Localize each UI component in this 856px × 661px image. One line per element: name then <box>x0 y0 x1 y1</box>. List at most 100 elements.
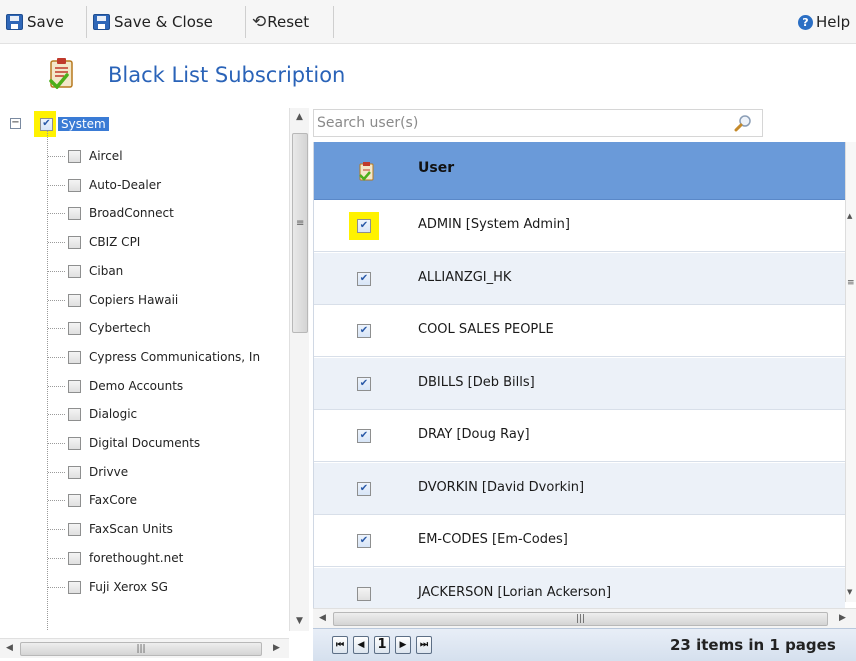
next-page-button[interactable]: ▶ <box>395 636 411 654</box>
row-checkbox[interactable]: ✔ <box>357 219 371 233</box>
tree-guide-line <box>48 529 65 530</box>
user-name-cell: ADMIN [System Admin] <box>418 217 570 232</box>
scrollbar-thumb[interactable]: ||| <box>333 612 828 626</box>
toolbar-separator <box>333 6 334 38</box>
tree-checkbox[interactable] <box>68 149 81 163</box>
table-row[interactable]: ✔ DVORKIN [David Dvorkin] <box>314 463 845 515</box>
search-icon[interactable] <box>734 114 752 132</box>
tree-checkbox[interactable] <box>68 206 81 220</box>
page-number-button[interactable]: 1 <box>374 636 390 654</box>
scroll-up-arrow-icon[interactable]: ▲ <box>847 212 852 220</box>
table-row[interactable]: JACKERSON [Lorian Ackerson] <box>314 568 845 610</box>
tree-guide-line <box>48 185 65 186</box>
tree-checkbox[interactable] <box>68 407 81 421</box>
row-checkbox[interactable]: ✔ <box>357 534 371 548</box>
tree-node[interactable]: forethought.net <box>68 548 183 568</box>
tree-node[interactable]: FaxScan Units <box>68 519 173 539</box>
tree-vertical-scrollbar[interactable]: ▲ ≡ ▼ <box>289 108 309 631</box>
tree-checkbox[interactable] <box>68 235 81 249</box>
save-close-button[interactable]: Save & Close <box>93 9 213 35</box>
tree-node[interactable]: Aircel <box>68 146 123 166</box>
search-box <box>313 109 763 137</box>
table-row[interactable]: ✔ DRAY [Doug Ray] <box>314 410 845 462</box>
pager: ⏮ ◀ 1 ▶ ⏭ 23 items in 1 pages <box>313 628 856 661</box>
scroll-right-arrow-icon[interactable]: ▶ <box>273 643 280 653</box>
scroll-left-arrow-icon[interactable]: ◀ <box>6 643 13 653</box>
tree-checkbox[interactable] <box>68 178 81 192</box>
reset-label: Reset <box>267 13 310 31</box>
table-row[interactable]: ✔ DBILLS [Deb Bills] <box>314 358 845 410</box>
user-name-cell: DBILLS [Deb Bills] <box>418 375 535 390</box>
row-checkbox[interactable]: ✔ <box>357 429 371 443</box>
tree-node[interactable]: Copiers Hawaii <box>68 290 178 310</box>
tree-checkbox[interactable] <box>68 493 81 507</box>
tree-node[interactable]: Cybertech <box>68 318 151 338</box>
tree-node[interactable]: BroadConnect <box>68 203 174 223</box>
refresh-icon: ⟲ <box>252 12 267 32</box>
toolbar-separator <box>86 6 87 38</box>
grid-vertical-scrollbar[interactable]: ▲ ≡ ▼ <box>845 142 856 602</box>
table-row[interactable]: ✔ COOL SALES PEOPLE <box>314 305 845 357</box>
scroll-down-arrow-icon[interactable]: ▼ <box>296 616 303 626</box>
tree-guide-line <box>48 443 65 444</box>
scroll-up-arrow-icon[interactable]: ▲ <box>296 112 303 122</box>
tree-node-label: Fuji Xerox SG <box>89 580 168 594</box>
tree-node-label: Cypress Communications, In <box>89 350 261 364</box>
last-page-button[interactable]: ⏭ <box>416 636 432 654</box>
tree-guide-line <box>48 587 65 588</box>
row-checkbox[interactable]: ✔ <box>357 272 371 286</box>
row-checkbox[interactable] <box>357 587 371 601</box>
tree-node[interactable]: Digital Documents <box>68 433 200 453</box>
table-row[interactable]: ✔ EM-CODES [Em-Codes] <box>314 515 845 567</box>
tree-node-label: Digital Documents <box>89 436 201 450</box>
scrollbar-thumb[interactable] <box>292 133 308 333</box>
tree-checkbox-system[interactable]: ✔ <box>40 117 53 131</box>
tree-node[interactable]: Cypress Communications, In <box>68 347 260 367</box>
scrollbar-thumb[interactable]: ||| <box>20 642 262 656</box>
tree-node-label: BroadConnect <box>89 206 174 220</box>
tree-guide-line <box>47 130 48 630</box>
tree-checkbox[interactable] <box>68 436 81 450</box>
pager-info: 23 items in 1 pages <box>670 636 836 654</box>
tree-checkbox[interactable] <box>68 379 81 393</box>
help-button[interactable]: ? Help <box>798 9 850 35</box>
tree-guide-line <box>48 271 65 272</box>
prev-page-button[interactable]: ◀ <box>353 636 369 654</box>
collapse-icon[interactable]: − <box>10 118 21 129</box>
search-input[interactable] <box>314 110 714 136</box>
row-checkbox[interactable]: ✔ <box>357 377 371 391</box>
tree-checkbox[interactable] <box>68 293 81 307</box>
grid-horizontal-scrollbar[interactable]: ◀ ||| ▶ <box>313 608 856 628</box>
tree-horizontal-scrollbar[interactable]: ◀ ||| ▶ <box>0 638 289 658</box>
tree-checkbox[interactable] <box>68 522 81 536</box>
user-name-cell: EM-CODES [Em-Codes] <box>418 532 568 547</box>
tree-node[interactable]: Drivve <box>68 462 128 482</box>
scroll-left-arrow-icon[interactable]: ◀ <box>319 613 326 623</box>
tree-node[interactable]: FaxCore <box>68 490 137 510</box>
tree-checkbox[interactable] <box>68 465 81 479</box>
scroll-down-arrow-icon[interactable]: ▼ <box>847 588 852 596</box>
tree-node[interactable]: Fuji Xerox SG <box>68 577 168 597</box>
tree-checkbox[interactable] <box>68 551 81 565</box>
help-icon: ? <box>798 14 813 30</box>
grip-icon: ≡ <box>296 218 305 229</box>
tree-checkbox[interactable] <box>68 264 81 278</box>
tree-node[interactable]: CBIZ CPI <box>68 232 140 252</box>
tree-node-system[interactable]: ✔ System <box>40 114 109 134</box>
row-checkbox[interactable]: ✔ <box>357 324 371 338</box>
table-row[interactable]: ✔ ADMIN [System Admin] <box>314 200 845 252</box>
reset-button[interactable]: ⟲ Reset <box>252 9 309 35</box>
tree-node[interactable]: Ciban <box>68 261 123 281</box>
first-page-button[interactable]: ⏮ <box>332 636 348 654</box>
tree-checkbox[interactable] <box>68 580 81 594</box>
tree-checkbox[interactable] <box>68 350 81 364</box>
tree-node[interactable]: Demo Accounts <box>68 376 183 396</box>
row-checkbox[interactable]: ✔ <box>357 482 371 496</box>
column-header-user[interactable]: User <box>418 160 454 176</box>
tree-node[interactable]: Auto-Dealer <box>68 175 161 195</box>
save-button[interactable]: Save <box>6 9 64 35</box>
tree-checkbox[interactable] <box>68 321 81 335</box>
table-row[interactable]: ✔ ALLIANZGI_HK <box>314 253 845 305</box>
scroll-right-arrow-icon[interactable]: ▶ <box>839 613 846 623</box>
tree-node[interactable]: Dialogic <box>68 404 137 424</box>
